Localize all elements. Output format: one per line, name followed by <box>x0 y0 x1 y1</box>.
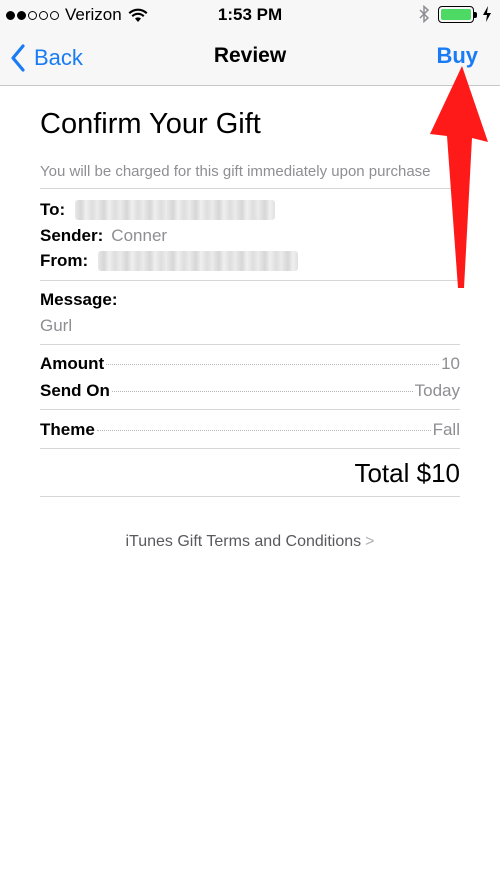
divider <box>40 188 460 189</box>
redacted-from <box>98 251 299 271</box>
dot-leader <box>106 364 440 365</box>
send-on-row: Send On Today <box>40 381 460 401</box>
confirm-title: Confirm Your Gift <box>40 108 261 140</box>
battery-fill <box>441 8 471 20</box>
to-row: To: <box>40 200 276 220</box>
buy-button[interactable]: Buy <box>436 43 478 69</box>
battery-icon <box>438 5 477 23</box>
divider <box>40 496 460 497</box>
divider <box>40 280 460 281</box>
divider <box>40 409 460 410</box>
message-value: Gurl <box>40 316 73 335</box>
send-on-label: Send On <box>40 381 110 400</box>
navigation-bar: Back Review Buy <box>0 30 500 86</box>
dot-leader <box>96 430 431 431</box>
theme-label: Theme <box>40 420 95 439</box>
charge-notice: You will be charged for this gift immedi… <box>40 163 431 180</box>
from-label: From: <box>40 251 89 270</box>
sender-label: Sender: <box>40 226 104 245</box>
bluetooth-icon <box>419 5 430 23</box>
sender-row: Sender: Conner <box>40 226 167 246</box>
amount-value: 10 <box>441 354 460 373</box>
message-label: Message: <box>40 290 118 309</box>
total-amount: Total $10 <box>354 458 460 488</box>
from-row: From: <box>40 251 299 271</box>
chevron-right-icon: > <box>365 533 375 550</box>
amount-row: Amount 10 <box>40 354 460 374</box>
to-label: To: <box>40 200 66 219</box>
sender-value: Conner <box>111 226 168 245</box>
status-bar: Verizon 1:53 PM <box>0 0 500 30</box>
send-on-value: Today <box>414 381 460 400</box>
divider <box>40 448 460 449</box>
amount-label: Amount <box>40 354 105 373</box>
divider <box>40 344 460 345</box>
charging-icon <box>483 6 491 22</box>
redacted-recipient <box>75 200 276 220</box>
theme-row: Theme Fall <box>40 420 460 440</box>
terms-label: iTunes Gift Terms and Conditions <box>125 533 362 550</box>
dot-leader <box>111 391 413 392</box>
theme-value: Fall <box>432 420 460 439</box>
terms-link[interactable]: iTunes Gift Terms and Conditions > <box>0 533 500 551</box>
status-right <box>418 5 492 23</box>
page-title: Review <box>213 44 287 67</box>
